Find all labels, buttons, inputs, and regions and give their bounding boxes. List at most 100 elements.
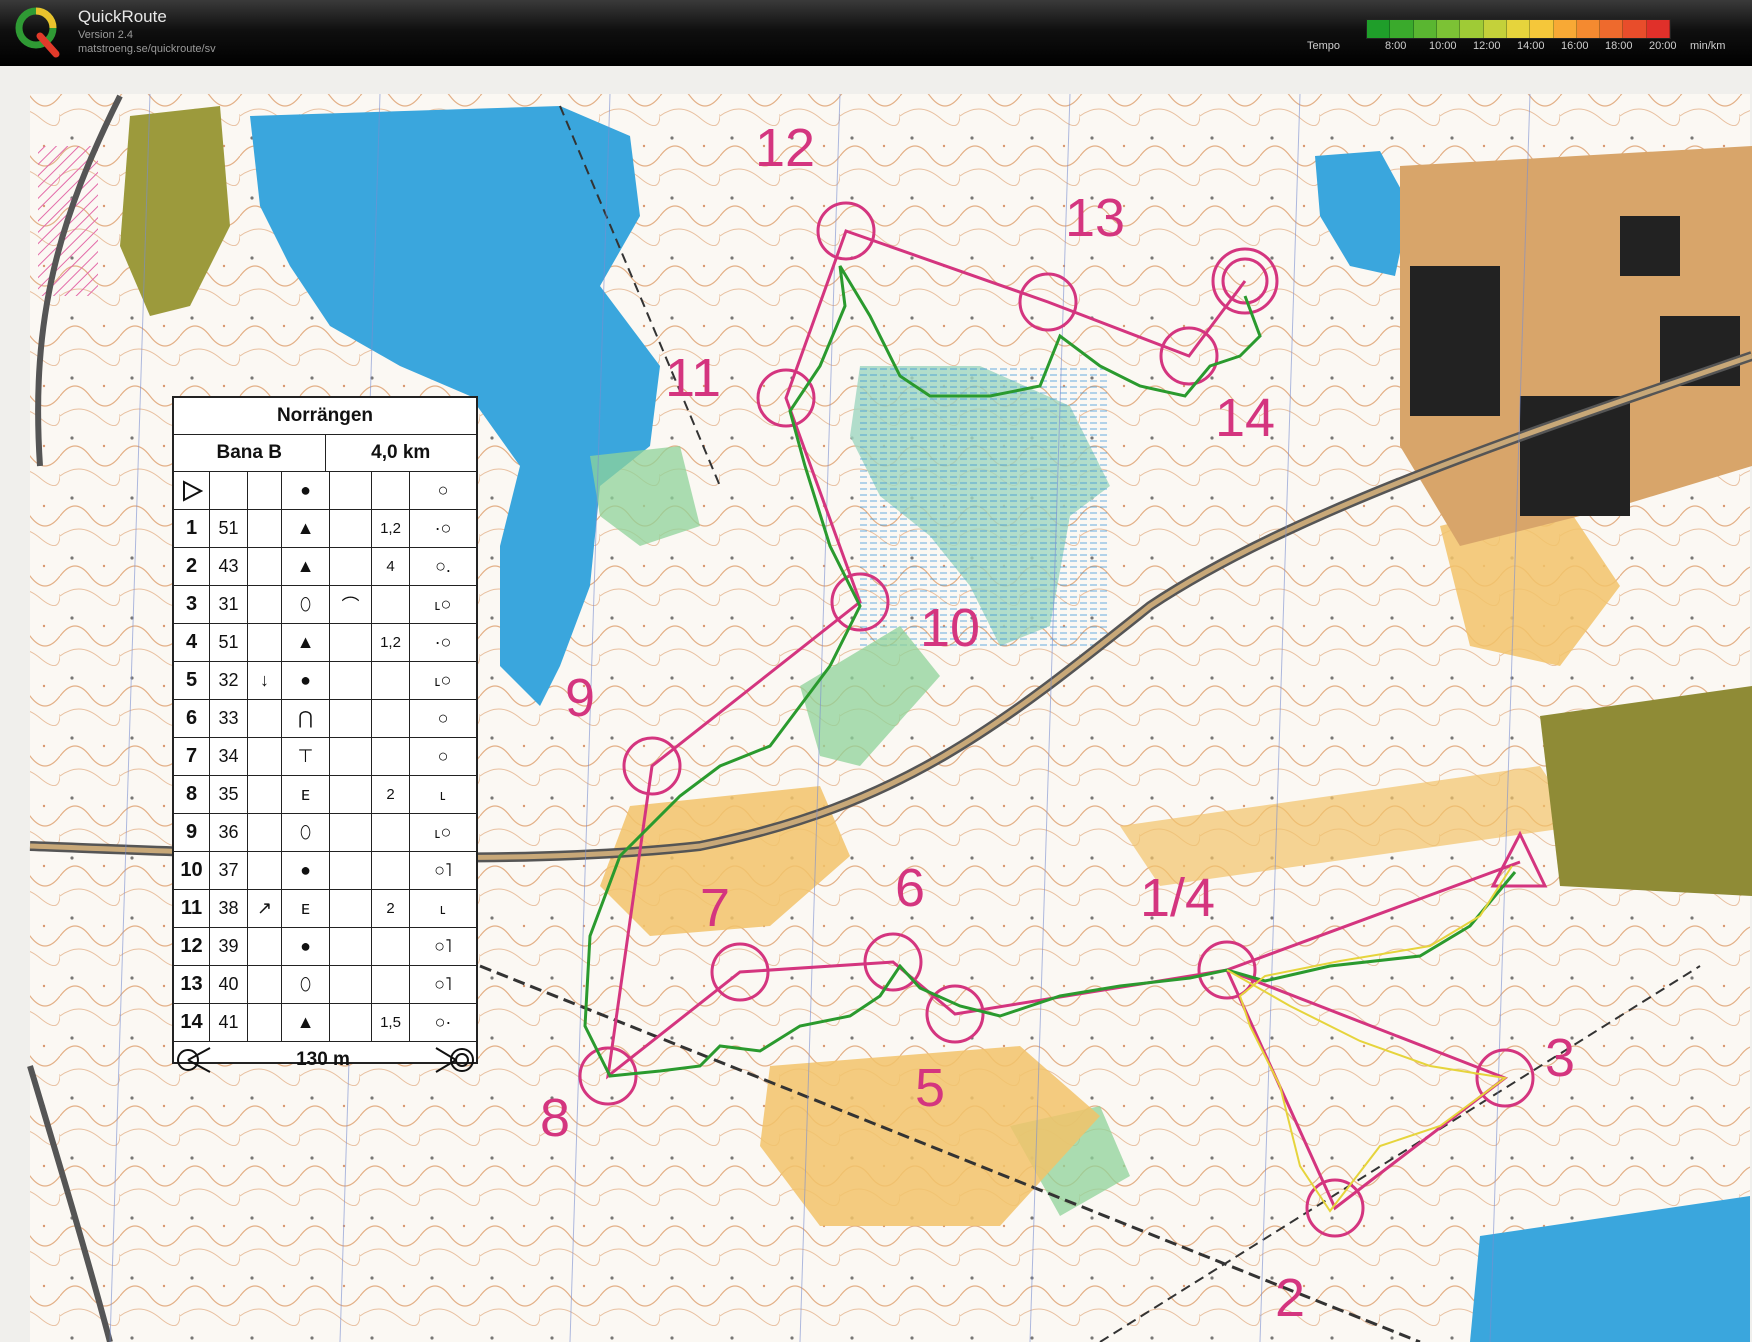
dimension-cell [372,852,410,889]
start-row: ● ○ [174,472,476,510]
direction-cell [248,738,282,775]
control-number-cell: 12 [174,928,210,965]
dimension-cell [372,966,410,1003]
feature-symbol-cell: ▲ [282,624,330,661]
app-header: QuickRoute Version 2.4 matstroeng.se/qui… [0,0,1752,66]
description-rows: 1 51 ▲ 1,2 ·○ 2 43 ▲ 4 ○. 3 31 ⬯ ⌒ ˪○ 4 51 ▲ 1,2 ·○ 5 32 ↓ ● ˪○ 6… [174,510,476,1042]
appearance-cell [330,738,372,775]
description-row: 14 41 ▲ 1,5 ○· [174,1004,476,1042]
finish-funnel-start-icon [177,1047,211,1073]
control-number: 9 [565,668,595,728]
control-code-cell: 51 [210,510,248,547]
control-number-cell: 5 [174,662,210,699]
feature-symbol-cell: ᴇ [282,776,330,813]
direction-cell [248,548,282,585]
feature-symbol-cell: ⬯ [282,586,330,623]
start-triangle-icon [174,472,210,509]
control-code-cell: 41 [210,1004,248,1041]
dimension-cell: 2 [372,776,410,813]
control-number: 6 [895,858,925,918]
description-row: 7 34 ⊤ ○ [174,738,476,776]
appearance-cell [330,700,372,737]
control-number: 14 [1215,388,1275,448]
finish-row: 130 m [174,1042,476,1078]
building [1620,216,1680,276]
location-symbol-cell: ○˥ [434,974,452,994]
appearance-cell [330,510,372,547]
direction-cell: ↓ [248,662,282,699]
start-feature-icon: ● [282,472,330,509]
app-url: matstroeng.se/quickroute/sv [78,43,216,55]
tempo-scale-segment [1530,20,1554,38]
description-row: 9 36 ⬯ ˪○ [174,814,476,852]
description-row: 11 38 ↗ ᴇ 2 ˪ [174,890,476,928]
direction-cell [248,814,282,851]
feature-symbol-cell: ᴇ [282,890,330,927]
location-symbol-cell: ˪○ [434,594,452,614]
tempo-scale-segment [1483,20,1507,38]
control-number: 3 [1545,1028,1575,1088]
appearance-cell [330,548,372,585]
control-number: 5 [915,1058,945,1118]
location-symbol-cell: ·○ [434,632,452,652]
tempo-scale-segment [1553,20,1577,38]
tempo-scale-segment [1646,20,1671,38]
orienteering-map[interactable]: 1/4 2 3 5 6 7 8 9 10 11 12 13 14 Norräng… [0,66,1752,1342]
appearance-cell: ⌒ [330,586,372,623]
control-number-cell: 9 [174,814,210,851]
control-code-cell: 38 [210,890,248,927]
dimension-cell: 1,5 [372,1004,410,1041]
control-number: 12 [755,118,815,178]
control-number: 1/4 [1140,868,1215,928]
location-symbol-cell: ˪○ [434,670,452,690]
appearance-cell [330,852,372,889]
control-code-cell: 31 [210,586,248,623]
direction-cell [248,966,282,1003]
tempo-tick-label: 10:00 [1429,40,1457,52]
location-symbol-cell: ○· [434,1012,452,1032]
control-number: 2 [1275,1268,1305,1328]
control-code-cell: 51 [210,624,248,661]
dimension-cell [372,662,410,699]
dimension-cell: 4 [372,548,410,585]
appearance-cell [330,662,372,699]
control-number: 10 [920,598,980,658]
control-number-cell: 11 [174,890,210,927]
control-number-cell: 7 [174,738,210,775]
control-number: 13 [1065,188,1125,248]
description-row: 8 35 ᴇ 2 ˪ [174,776,476,814]
description-row: 1 51 ▲ 1,2 ·○ [174,510,476,548]
dimension-cell [372,700,410,737]
appearance-cell [330,1004,372,1041]
description-row: 12 39 ● ○˥ [174,928,476,966]
finish-icon [435,1047,474,1073]
description-row: 5 32 ↓ ● ˪○ [174,662,476,700]
tempo-unit: min/km [1690,40,1726,52]
tempo-scale-segment [1367,20,1391,38]
feature-symbol-cell: ⬯ [282,814,330,851]
appearance-cell [330,776,372,813]
direction-cell [248,624,282,661]
control-number-cell: 8 [174,776,210,813]
tempo-scale-segment [1390,20,1414,38]
control-number-cell: 10 [174,852,210,889]
tempo-label: Tempo [1307,40,1341,52]
dimension-cell: 1,2 [372,510,410,547]
appearance-cell [330,624,372,661]
direction-cell [248,852,282,889]
feature-symbol-cell: ▲ [282,1004,330,1041]
tempo-tick-label: 14:00 [1517,40,1545,52]
control-code-cell: 33 [210,700,248,737]
tempo-scale-segment [1413,20,1437,38]
olive-area-east [1540,686,1752,896]
feature-symbol-cell: ● [282,662,330,699]
tempo-tick-label: 12:00 [1473,40,1501,52]
control-code-cell: 35 [210,776,248,813]
feature-symbol-cell: ● [282,852,330,889]
finish-distance: 130 m [296,1049,350,1070]
tempo-tick-label: 20:00 [1649,40,1677,52]
feature-symbol-cell: ⋂ [282,700,330,737]
control-code-cell: 43 [210,548,248,585]
app-name: QuickRoute [78,7,167,26]
direction-cell [248,1004,282,1041]
